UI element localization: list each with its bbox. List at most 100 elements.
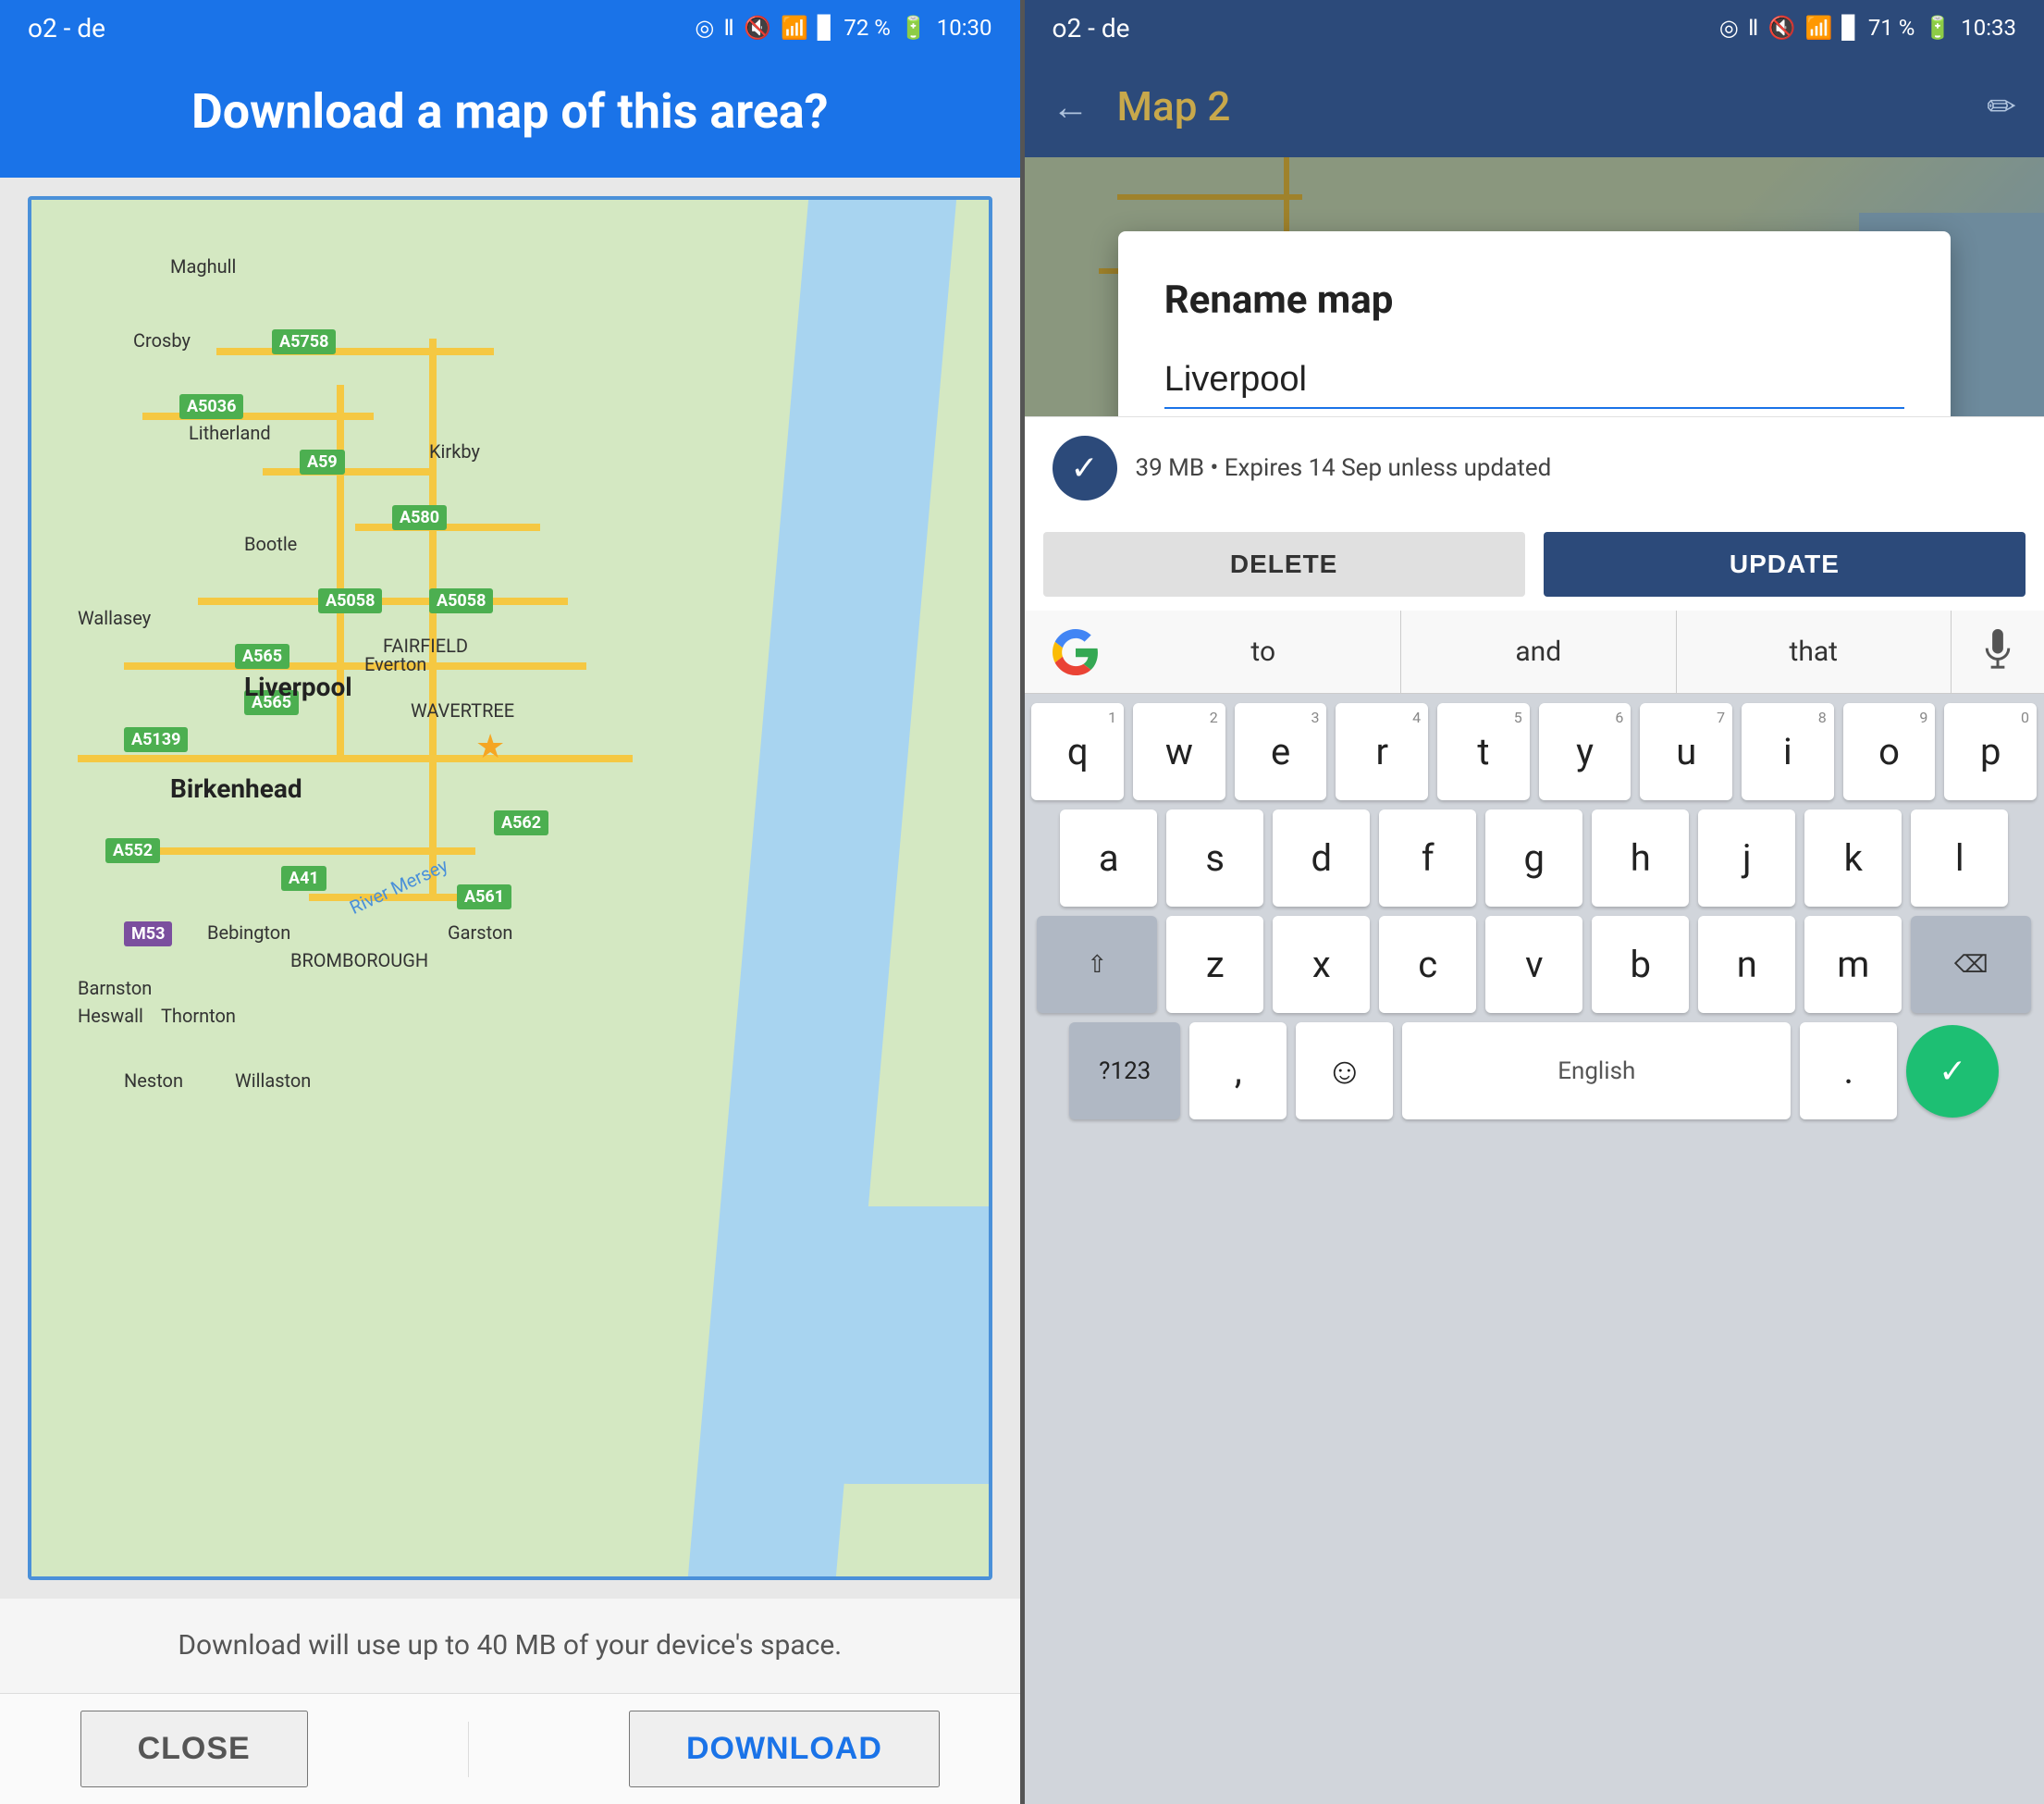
key-r[interactable]: 4r bbox=[1336, 703, 1428, 800]
mic-icon[interactable] bbox=[1970, 629, 2026, 675]
key-b[interactable]: b bbox=[1592, 916, 1689, 1013]
back-button[interactable]: ← bbox=[1053, 85, 1090, 129]
suggestion-and[interactable]: and bbox=[1401, 611, 1677, 693]
key-g[interactable]: g bbox=[1485, 809, 1582, 907]
status-bar-right: o2 - de ◎ Ⅱ 🔇 📶 ▊ 71 % 🔋 10:33 bbox=[1025, 0, 2044, 56]
key-row-2: a s d f g h j k l bbox=[1032, 809, 2038, 907]
key-d[interactable]: d bbox=[1273, 809, 1370, 907]
carrier-right: o2 - de bbox=[1053, 13, 1130, 43]
city-bebington: Bebington bbox=[207, 921, 290, 944]
symbol-key[interactable]: ?123 bbox=[1069, 1022, 1180, 1119]
key-e[interactable]: 3e bbox=[1235, 703, 1327, 800]
key-p[interactable]: 0p bbox=[1944, 703, 2037, 800]
suggestion-that[interactable]: that bbox=[1677, 611, 1952, 693]
status-icons-right: ◎ Ⅱ 🔇 📶 ▊ 71 % 🔋 10:33 bbox=[1719, 15, 2016, 41]
header-left: Download a map of this area? bbox=[0, 56, 1020, 178]
update-button[interactable]: UPDATE bbox=[1544, 532, 2026, 597]
nfc-icon: Ⅱ bbox=[723, 15, 734, 41]
edit-icon[interactable]: ✏ bbox=[1987, 86, 2016, 128]
mute-icon-r: 🔇 bbox=[1768, 15, 1796, 41]
road-a552 bbox=[105, 847, 475, 855]
key-c[interactable]: c bbox=[1379, 916, 1476, 1013]
key-n[interactable]: n bbox=[1698, 916, 1795, 1013]
key-i[interactable]: 8i bbox=[1742, 703, 1834, 800]
label-a561: A561 bbox=[457, 884, 511, 909]
status-icons-left: ◎ Ⅱ 🔇 📶 ▊ 72 % 🔋 10:30 bbox=[695, 15, 991, 41]
city-liverpool: Liverpool bbox=[244, 672, 352, 702]
key-j[interactable]: j bbox=[1698, 809, 1795, 907]
mute-icon: 🔇 bbox=[744, 15, 771, 41]
shift-key[interactable]: ⇧ bbox=[1037, 916, 1157, 1013]
map-container-left: A5758 A5036 A59 A580 A5058 A5058 A565 A5… bbox=[28, 196, 992, 1580]
key-l[interactable]: l bbox=[1911, 809, 2008, 907]
city-birkenhead: Birkenhead bbox=[170, 773, 302, 804]
road-a580 bbox=[355, 524, 540, 531]
comma-key[interactable]: , bbox=[1189, 1022, 1287, 1119]
key-h[interactable]: h bbox=[1592, 809, 1689, 907]
map-preview-right: Rename map CANCEL SAVE bbox=[1025, 157, 2044, 416]
map-description: Download will use up to 40 MB of your de… bbox=[0, 1599, 1020, 1693]
city-thornton: Thornton bbox=[161, 1005, 236, 1027]
city-willaston: Willaston bbox=[235, 1069, 311, 1092]
right-panel: o2 - de ◎ Ⅱ 🔇 📶 ▊ 71 % 🔋 10:33 ← Map 2 ✏ bbox=[1025, 0, 2044, 1804]
key-row-3: ⇧ z x c v b n m ⌫ bbox=[1032, 916, 2038, 1013]
mersey-estuary bbox=[711, 1206, 989, 1484]
key-v[interactable]: v bbox=[1485, 916, 1582, 1013]
carrier-left: o2 - de bbox=[28, 13, 105, 43]
key-s[interactable]: s bbox=[1166, 809, 1263, 907]
check-circle-icon: ✓ bbox=[1053, 436, 1117, 500]
dialog-input-wrap[interactable] bbox=[1164, 360, 1904, 409]
dialog-overlay: Rename map CANCEL SAVE bbox=[1025, 157, 2044, 416]
left-panel: o2 - de ◎ Ⅱ 🔇 📶 ▊ 72 % 🔋 10:30 Download … bbox=[0, 0, 1020, 1804]
battery-icon-left: 🔋 bbox=[900, 15, 928, 41]
delete-button[interactable]: DELETE bbox=[1043, 532, 1525, 597]
backspace-key[interactable]: ⌫ bbox=[1911, 916, 2031, 1013]
map-bg-left: A5758 A5036 A59 A580 A5058 A5058 A565 A5… bbox=[28, 196, 992, 1580]
key-a[interactable]: a bbox=[1060, 809, 1157, 907]
key-x[interactable]: x bbox=[1273, 916, 1370, 1013]
key-u[interactable]: 7u bbox=[1640, 703, 1732, 800]
signal-icon-r: ▊ bbox=[1841, 15, 1858, 41]
close-button[interactable]: CLOSE bbox=[80, 1711, 308, 1787]
emoji-key[interactable]: ☺ bbox=[1296, 1022, 1393, 1119]
key-y[interactable]: 6y bbox=[1539, 703, 1632, 800]
label-a5058-2: A5058 bbox=[429, 588, 493, 613]
suggestions-row: to and that bbox=[1025, 611, 2044, 694]
city-maghull: Maghull bbox=[170, 255, 236, 278]
key-f[interactable]: f bbox=[1379, 809, 1476, 907]
suggestion-to[interactable]: to bbox=[1127, 611, 1402, 693]
map-title: Map 2 bbox=[1117, 82, 1960, 130]
road-v2 bbox=[429, 339, 437, 894]
action-buttons-row: DELETE UPDATE bbox=[1025, 518, 2044, 611]
road-a5758 bbox=[216, 348, 494, 355]
wifi-icon-r: 📶 bbox=[1804, 15, 1832, 41]
download-button[interactable]: DOWNLOAD bbox=[629, 1711, 940, 1787]
key-z[interactable]: z bbox=[1166, 916, 1263, 1013]
label-a580: A580 bbox=[392, 505, 447, 530]
period-key[interactable]: . bbox=[1800, 1022, 1897, 1119]
keyboard-rows: 1q 2w 3e 4r 5t 6y 7u 8i 9o 0p a s d f g … bbox=[1025, 694, 2044, 1804]
key-o[interactable]: 9o bbox=[1843, 703, 1936, 800]
key-k[interactable]: k bbox=[1804, 809, 1902, 907]
battery-icon-right: 🔋 bbox=[1924, 15, 1952, 41]
bottom-bar-left: CLOSE DOWNLOAD bbox=[0, 1693, 1020, 1804]
time-right: 10:33 bbox=[1961, 15, 2016, 41]
key-q[interactable]: 1q bbox=[1031, 703, 1124, 800]
key-m[interactable]: m bbox=[1804, 916, 1902, 1013]
city-heswall: Heswall bbox=[78, 1005, 143, 1027]
battery-right: 71 % bbox=[1868, 15, 1915, 41]
divider bbox=[468, 1722, 469, 1777]
done-key[interactable]: ✓ bbox=[1906, 1025, 1999, 1118]
road-h4 bbox=[124, 662, 586, 670]
key-t[interactable]: 5t bbox=[1437, 703, 1530, 800]
city-fairfield: FAIRFIELD bbox=[383, 635, 468, 657]
wifi-icon: 📶 bbox=[781, 15, 808, 41]
space-key[interactable]: English bbox=[1402, 1022, 1791, 1119]
label-m53: M53 bbox=[124, 921, 172, 946]
header-right: ← Map 2 ✏ bbox=[1025, 56, 2044, 157]
key-row-1: 1q 2w 3e 4r 5t 6y 7u 8i 9o 0p bbox=[1032, 703, 2038, 800]
info-text: 39 MB • Expires 14 Sep unless updated bbox=[1136, 454, 1552, 482]
label-a5058-1: A5058 bbox=[318, 588, 382, 613]
key-w[interactable]: 2w bbox=[1133, 703, 1225, 800]
map-name-input[interactable] bbox=[1164, 360, 1904, 400]
